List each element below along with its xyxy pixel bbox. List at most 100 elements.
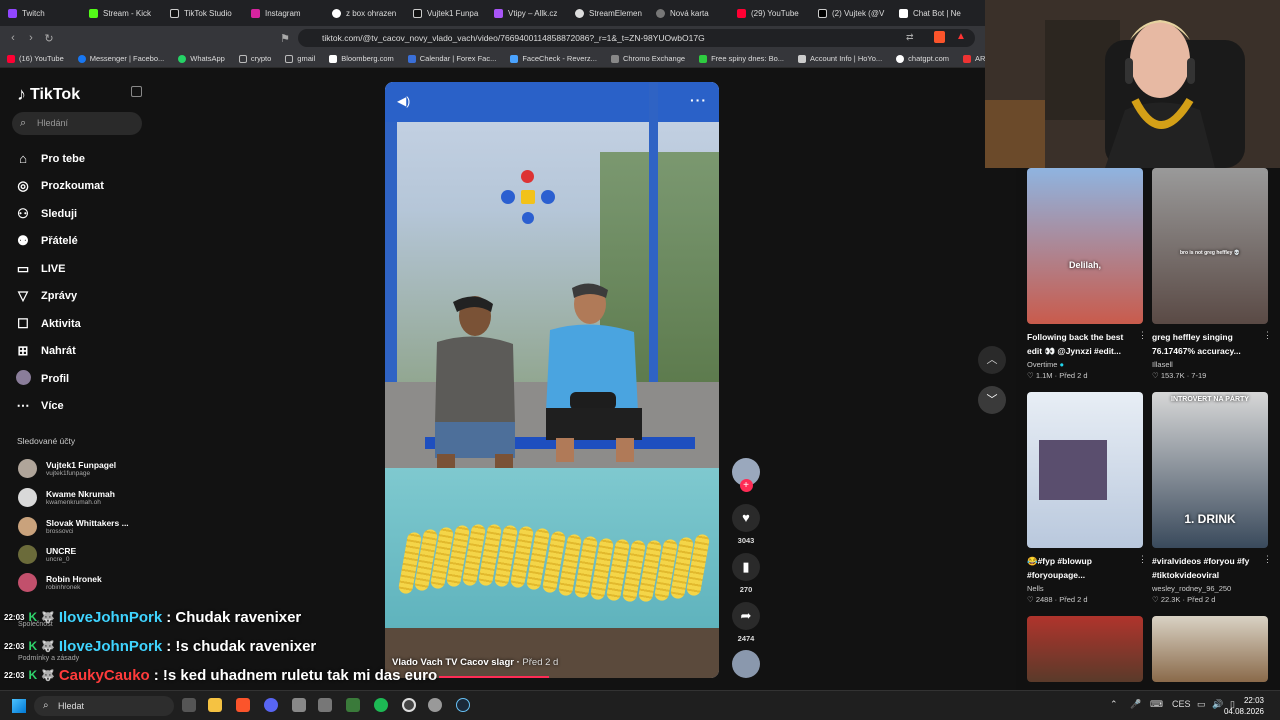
steam-icon[interactable]	[456, 698, 470, 712]
brave-shield-icon[interactable]	[934, 31, 945, 43]
brave-icon[interactable]	[236, 698, 250, 712]
task-view-icon[interactable]	[182, 698, 196, 712]
heart-icon: ♡	[1152, 595, 1159, 604]
app-icon[interactable]	[346, 698, 360, 712]
followed-account[interactable]: Slovak Whittakers ... brossovci	[18, 517, 129, 536]
bookmark-messenger[interactable]: Messenger | Facebo...	[71, 54, 171, 63]
nav-live[interactable]: ▭ LIVE	[15, 255, 165, 283]
bookmark-bloomberg[interactable]: Bloomberg.com	[322, 54, 401, 63]
nav-messages[interactable]: ▽ Zprávy	[15, 283, 165, 311]
previous-video-button[interactable]: ︿	[978, 346, 1006, 374]
forward-icon[interactable]: ›	[22, 32, 40, 44]
avatar	[18, 573, 37, 592]
music-avatar[interactable]	[729, 650, 763, 678]
like-button[interactable]: ♥ 3043	[729, 504, 763, 545]
spotify-icon[interactable]	[374, 698, 388, 712]
save-button[interactable]: ▮ 270	[729, 553, 763, 594]
volume-icon[interactable]: ◀)	[397, 94, 410, 108]
bookmark-forex[interactable]: Calendar | Forex Fac...	[401, 54, 504, 63]
recommended-card[interactable]	[1152, 616, 1268, 682]
tab-streamelements[interactable]: StreamElemen	[567, 1, 648, 25]
chat-username[interactable]: IloveJohnPork	[59, 609, 162, 626]
translate-icon[interactable]: ⇄	[906, 32, 914, 43]
tab-google[interactable]: z box ohrazen	[324, 1, 405, 25]
search-input[interactable]: ⌕ Hledání	[12, 112, 142, 135]
nav-following[interactable]: ⚇ Sleduji	[15, 200, 165, 228]
next-video-button[interactable]: ﹀	[978, 386, 1006, 414]
app-icon[interactable]	[318, 698, 332, 712]
recommended-card[interactable]: Delilah, Following back the best edit 👀 …	[1027, 168, 1147, 380]
tab-twitch[interactable]: Twitch	[0, 1, 81, 25]
volume-icon[interactable]: 🔊	[1212, 699, 1223, 710]
tray-overflow-icon[interactable]: ⌃	[1110, 699, 1118, 710]
bookmark-arc[interactable]: ARC Raiders	[956, 54, 985, 63]
obs-icon[interactable]	[402, 698, 416, 712]
nav-explore[interactable]: ◎ Prozkoumat	[15, 173, 165, 201]
bookmark-facecheck[interactable]: FaceCheck - Reverz...	[503, 54, 604, 63]
video-player[interactable]: ◀) ··· Vlado Vach TV Cacov slagr · Před …	[385, 82, 719, 678]
tab-tiktok-vujtek[interactable]: Vujtek1 Funpa	[405, 1, 486, 25]
bookmark-chromo[interactable]: Chromo Exchange	[604, 54, 692, 63]
video-progress-bar[interactable]	[439, 676, 549, 678]
windows-start-icon[interactable]	[12, 699, 26, 713]
settings-icon[interactable]	[428, 698, 442, 712]
keyboard-icon[interactable]: ⌨	[1150, 699, 1163, 710]
followed-account[interactable]: Robin Hronek robinhronek	[18, 573, 102, 592]
taskbar-search[interactable]: ⌕ Hledat	[34, 696, 174, 716]
tab-new[interactable]: Nová karta	[648, 1, 729, 25]
bookmark-hoyo[interactable]: Account Info | HoYo...	[791, 54, 889, 63]
network-icon[interactable]: ▭	[1197, 699, 1206, 710]
recommended-card[interactable]: bro is not greg heffley 💀 greg heffley s…	[1152, 168, 1272, 380]
card-menu-icon[interactable]: ⋮	[1263, 330, 1272, 341]
url-field[interactable]: tiktok.com/@tv_cacov_novy_vlado_vach/vid…	[298, 29, 975, 47]
microphone-icon[interactable]: 🎤	[1130, 699, 1141, 710]
followed-account[interactable]: Kwame Nkrumah kwamenkrumah.oh	[18, 488, 115, 507]
tab-vtipy[interactable]: Vtipy – Allk.cz	[486, 1, 567, 25]
more-options-icon[interactable]: ···	[690, 92, 707, 108]
recommended-card[interactable]: 😂#fyp #blowup #foryoupage... Nells ♡ 248…	[1027, 392, 1147, 604]
author-avatar[interactable]: +	[729, 458, 763, 492]
card-menu-icon[interactable]: ⋮	[1263, 554, 1272, 565]
tab-youtube[interactable]: (29) YouTube	[729, 1, 810, 25]
collapse-sidebar-icon[interactable]	[131, 86, 142, 97]
bookmark-chatgpt[interactable]: chatgpt.com	[889, 54, 956, 63]
nav-for-you[interactable]: ⌂ Pro tebe	[15, 145, 165, 173]
follow-plus-icon[interactable]: +	[739, 479, 753, 492]
tab-x[interactable]: (2) Vujtek (@V	[810, 1, 891, 25]
tab-tiktok-studio[interactable]: TikTok Studio	[162, 1, 243, 25]
rewards-icon[interactable]: ▲	[956, 31, 966, 42]
bookmark-whatsapp[interactable]: WhatsApp	[171, 54, 232, 63]
chat-username[interactable]: IloveJohnPork	[59, 638, 162, 655]
bookmark-icon[interactable]: ⚑	[276, 32, 294, 45]
app-icon[interactable]	[292, 698, 306, 712]
nav-upload[interactable]: ⊞ Nahrát	[15, 338, 165, 366]
nav-profile[interactable]: Profil	[15, 365, 165, 393]
bookmark-free-spins[interactable]: Free spiny dnes: Bo...	[692, 54, 791, 63]
followed-account[interactable]: UNCRE uncre_0	[18, 545, 76, 564]
tab-instagram[interactable]: Instagram	[243, 1, 324, 25]
reload-icon[interactable]: ↻	[40, 32, 58, 45]
footer-link[interactable]: Podmínky a zásady	[18, 655, 79, 662]
share-button[interactable]: ➦ 2474	[729, 602, 763, 643]
followed-account[interactable]: Vujtek1 Funpagel vujtek1funpage	[18, 459, 116, 478]
discord-icon[interactable]	[264, 698, 278, 712]
card-menu-icon[interactable]: ⋮	[1138, 330, 1147, 341]
file-explorer-icon[interactable]	[208, 698, 222, 712]
nav-friends[interactable]: ⚉ Přátelé	[15, 228, 165, 256]
video-sign-dot	[501, 190, 515, 204]
tiktok-logo[interactable]: ♪ TikTok	[17, 84, 80, 105]
tab-kick[interactable]: Stream - Kick	[81, 1, 162, 25]
chat-username[interactable]: CaukyCauko	[59, 667, 150, 684]
card-menu-icon[interactable]: ⋮	[1138, 554, 1147, 565]
recommended-card[interactable]	[1027, 616, 1143, 682]
recommended-card[interactable]: INTROVERT NA PÁRTY 1. DRINK #viralvideos…	[1152, 392, 1272, 604]
back-icon[interactable]: ‹	[4, 32, 22, 44]
language-indicator[interactable]: CES	[1172, 699, 1191, 709]
bookmark-crypto[interactable]: crypto	[232, 54, 278, 63]
bookmark-gmail[interactable]: gmail	[278, 54, 322, 63]
taskbar-clock[interactable]: 22:03 04.08.2026	[1224, 695, 1264, 717]
nav-more[interactable]: ⋯ Více	[15, 393, 165, 421]
bookmark-youtube[interactable]: (16) YouTube	[0, 54, 71, 63]
nav-activity[interactable]: ☐ Aktivita	[15, 310, 165, 338]
tab-chatbot[interactable]: Chat Bot | Ne	[891, 1, 972, 25]
